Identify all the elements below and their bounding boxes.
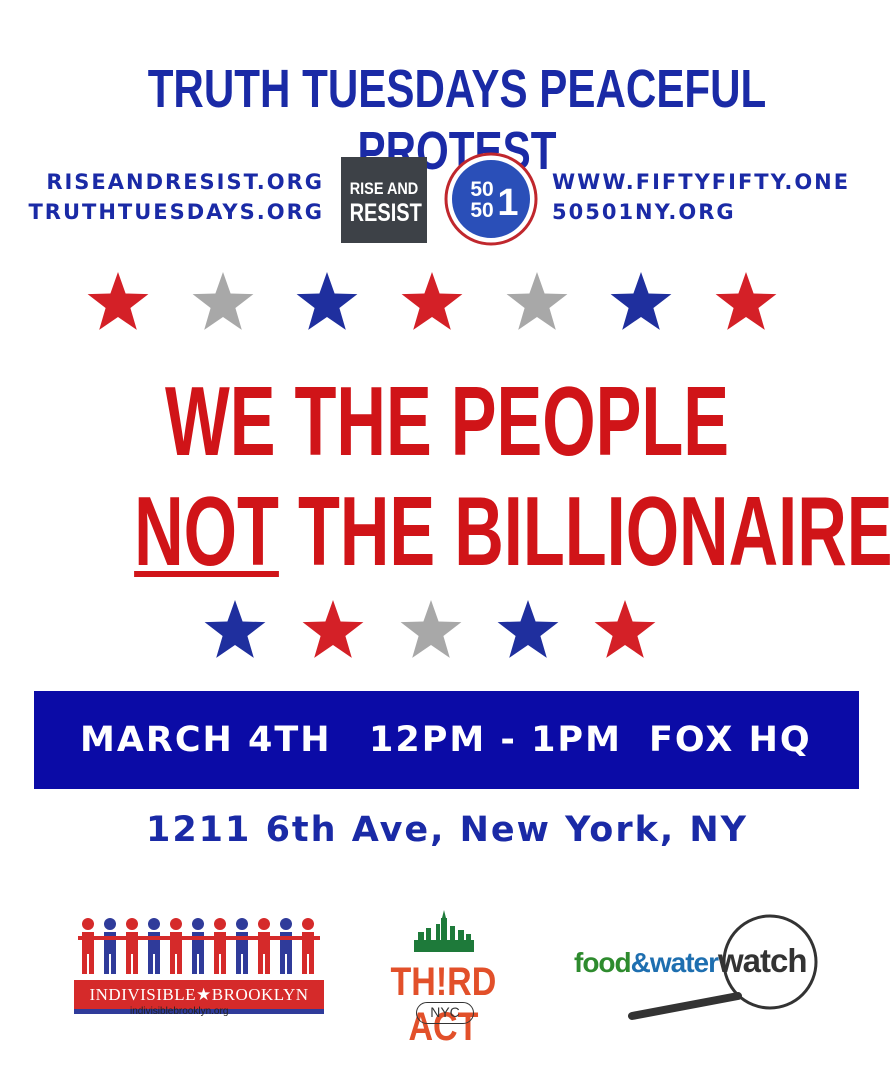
fww-watch: watch xyxy=(718,942,808,979)
third-act-logo: TH!RD ACT NYC xyxy=(366,910,521,1049)
headline-not: NOT xyxy=(134,476,279,586)
rise-and-resist-logo: RISE AND RESIST xyxy=(341,157,427,243)
star-icon xyxy=(202,598,268,662)
star-icon xyxy=(294,270,360,334)
link-50501ny[interactable]: 50501NY.ORG xyxy=(552,200,736,224)
link-riseandresist[interactable]: RISEANDRESIST.ORG xyxy=(46,170,324,194)
event-time: 12PM - 1PM xyxy=(369,720,622,760)
event-place: FOX HQ xyxy=(649,720,812,760)
star-icon xyxy=(398,598,464,662)
food-water-watch-name: food&waterwatch xyxy=(574,942,808,980)
fww-food: food xyxy=(574,947,632,978)
protest-flyer: TRUTH TUESDAYS PEACEFUL PROTEST RISEANDR… xyxy=(0,0,894,1080)
star-icon xyxy=(399,270,465,334)
headline-line1: WE THE PEOPLE xyxy=(164,366,730,476)
star-icon xyxy=(608,270,674,334)
star-icon xyxy=(495,598,561,662)
rise-and-resist-logo-line2: RESIST xyxy=(349,199,422,227)
people-icon xyxy=(78,918,320,974)
indivisible-brooklyn-url[interactable]: indivisiblebrooklyn.org xyxy=(130,1006,228,1017)
skyline-icon xyxy=(414,910,474,952)
headline-line2: NOT THE BILLIONAIRES xyxy=(134,482,894,580)
link-fiftyfifty[interactable]: WWW.FIFTYFIFTY.ONE xyxy=(552,170,850,194)
star-icon xyxy=(85,270,151,334)
star-icon xyxy=(592,598,658,662)
event-address: 1211 6th Ave, New York, NY xyxy=(145,810,749,850)
fiftyfifty-logo-one: 1 xyxy=(497,182,518,224)
headline-line2-rest: THE BILLIONAIRES xyxy=(278,476,894,586)
link-truthtuesdays[interactable]: TRUTHTUESDAYS.ORG xyxy=(28,200,324,224)
star-icon xyxy=(713,270,779,334)
star-icon xyxy=(504,270,570,334)
fiftyfifty-logo-top: 50 xyxy=(470,178,493,201)
fww-water: &water xyxy=(630,947,719,978)
fiftyfifty-logo-bottom: 50 xyxy=(470,199,493,222)
third-act-nyc: NYC xyxy=(416,1002,474,1024)
fiftyfifty-logo: 50 50 1 xyxy=(444,152,538,246)
event-date: MARCH 4TH xyxy=(80,720,332,760)
star-icon xyxy=(190,270,256,334)
rise-and-resist-logo-line1: RISE AND xyxy=(349,179,419,198)
event-banner: MARCH 4TH 12PM - 1PM FOX HQ xyxy=(34,691,859,789)
food-water-watch-logo: food&waterwatch xyxy=(570,910,820,1025)
star-icon xyxy=(300,598,366,662)
